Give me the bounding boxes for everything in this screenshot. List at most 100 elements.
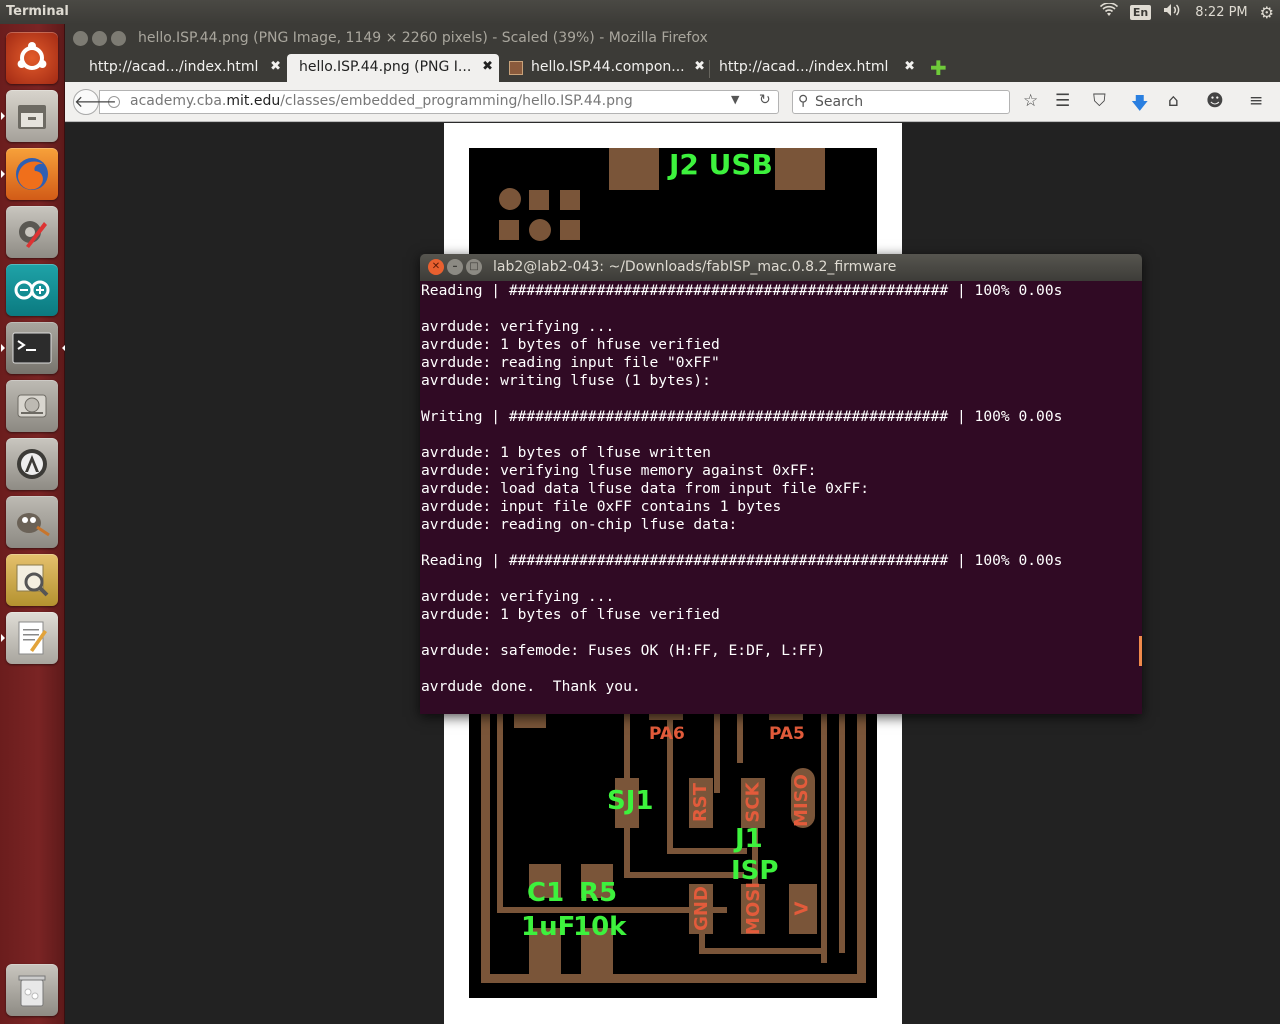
keyboard-layout-indicator[interactable]: En [1129,4,1152,20]
tab-hello-isp-components[interactable]: hello.ISP.44.compon... ✖ [505,54,711,82]
trace [839,713,845,953]
files-icon[interactable] [1,90,58,142]
close-tab-icon[interactable]: ✖ [270,59,281,74]
bookmark-star-icon[interactable]: ☆ [1023,91,1038,111]
home-icon[interactable]: ⌂ [1168,91,1179,111]
trash-icon[interactable] [6,964,58,1016]
terminal-line: Reading | ##############################… [421,282,1063,299]
downloads-icon[interactable]: 🡇 [1131,91,1148,120]
back-button[interactable]: 🡐 [73,89,117,115]
terminal-icon[interactable] [1,322,66,374]
label-v: V [791,901,813,916]
tab-bar: http://acad.../index.html ✖ hello.ISP.44… [65,52,1280,82]
terminal-line: avrdude: reading input file "0xFF" [421,354,720,371]
new-tab-button[interactable]: ✚ [930,56,947,80]
tab-hello-isp-png[interactable]: hello.ISP.44.png (PNG I... ✖ [287,54,499,82]
terminal-line: avrdude: verifying ... [421,588,615,605]
url-path: /classes/embedded_programming/hello.ISP.… [280,93,633,109]
tab-index-1[interactable]: http://acad.../index.html ✖ [65,54,287,82]
clock[interactable]: 8:22 PM [1195,5,1247,20]
pad [514,714,546,728]
system-settings-icon[interactable] [6,206,58,258]
close-tab-icon[interactable]: ✖ [904,59,915,74]
reading-list-icon[interactable]: ☰ [1055,91,1070,111]
tab-index-2[interactable]: http://acad.../index.html ✖ [711,54,921,82]
chat-icon[interactable]: ☻ [1206,91,1224,111]
terminal-titlebar[interactable]: ✕ – □ lab2@lab2-043: ~/Downloads/fabISP_… [420,254,1142,281]
system-tray: En 8:22 PM ⚙ [1099,2,1274,22]
disk-drive-icon[interactable] [6,380,58,432]
terminal-line: avrdude: 1 bytes of lfuse verified [421,606,720,623]
tab-label: http://acad.../index.html [89,59,259,75]
terminal-title: lab2@lab2-043: ~/Downloads/fabISP_mac.0.… [493,259,897,275]
terminal-output[interactable]: Reading | ##############################… [420,281,1142,714]
label-pa6: PA6 [649,724,685,744]
trace [699,948,827,954]
close-tab-icon[interactable]: ✖ [694,59,705,74]
trace [821,713,827,963]
label-j2-usb: J2 USB [669,148,773,181]
label-r5: R5 [579,878,618,908]
ubuntu-dash-icon[interactable] [6,32,58,84]
top-panel: Terminal En 8:22 PM ⚙ [0,0,1280,24]
label-1uf: 1uF [521,912,576,942]
arduino-icon[interactable] [6,264,58,316]
software-updater-icon[interactable] [6,438,58,490]
unity-launcher [0,24,66,1024]
terminal-line: avrdude: verifying ... [421,318,615,335]
url-host-domain: mit.edu [226,93,281,109]
search-input[interactable]: ⚲ Search [792,90,1010,114]
terminal-line: avrdude: input file 0xFF contains 1 byte… [421,498,782,515]
close-window-button[interactable] [73,31,88,46]
url-bar[interactable]: academy.cba.mit.edu/classes/embedded_pro… [99,90,779,114]
minimize-window-button[interactable] [92,31,107,46]
search-placeholder: Search [815,94,864,110]
pocket-icon[interactable]: ⛉ [1093,91,1106,111]
close-tab-icon[interactable]: ✖ [482,59,493,74]
text-editor-icon[interactable] [1,612,58,664]
firefox-titlebar: hello.ISP.44.png (PNG Image, 1149 × 2260… [65,24,1280,52]
terminal-scrollbar[interactable] [1139,636,1142,666]
reload-icon[interactable]: ↻ [759,92,771,108]
gimp-icon[interactable] [6,496,58,548]
image-viewer-icon[interactable] [6,554,58,606]
label-mosi: MOSI [742,882,764,935]
gear-icon[interactable]: ⚙ [1260,3,1274,22]
terminal-line: avrdude: reading on-chip lfuse data: [421,516,738,533]
wifi-icon[interactable] [1099,2,1118,21]
tab-label: hello.ISP.44.compon... [531,59,685,75]
terminal-line: avrdude: load data lfuse data from input… [421,480,870,497]
navigation-toolbar: academy.cba.mit.edu/classes/embedded_pro… [65,82,1280,122]
label-10k: 10k [573,912,627,942]
terminal-window[interactable]: ✕ – □ lab2@lab2-043: ~/Downloads/fabISP_… [420,254,1142,714]
pad [560,190,580,210]
close-window-button[interactable]: ✕ [428,259,444,275]
pad [529,190,549,210]
maximize-window-button[interactable]: □ [466,259,482,275]
label-sj1: SJ1 [607,786,654,816]
minimize-window-button[interactable]: – [447,259,463,275]
maximize-window-button[interactable] [111,31,126,46]
label-miso: MISO [790,774,812,827]
label-j1: J1 [735,824,763,854]
menu-icon[interactable]: ≡ [1249,91,1263,111]
trace [857,713,866,983]
pad [560,220,580,240]
label-rst: RST [690,782,712,823]
url-history-dropdown-icon[interactable]: ▼ [731,93,739,106]
label-c1: C1 [527,878,565,908]
label-pa5: PA5 [769,724,805,744]
terminal-line: avrdude: verifying lfuse memory against … [421,462,817,479]
pad [649,714,683,720]
firefox-icon[interactable] [1,148,58,200]
terminal-line: avrdude done. Thank you. [421,678,641,695]
tab-separator [709,60,710,78]
tab-label: http://acad.../index.html [719,59,889,75]
volume-icon[interactable] [1163,3,1183,21]
terminal-line: avrdude: writing lfuse (1 bytes): [421,372,711,389]
page-favicon-icon [509,61,523,75]
window-title: hello.ISP.44.png (PNG Image, 1149 × 2260… [138,30,708,46]
